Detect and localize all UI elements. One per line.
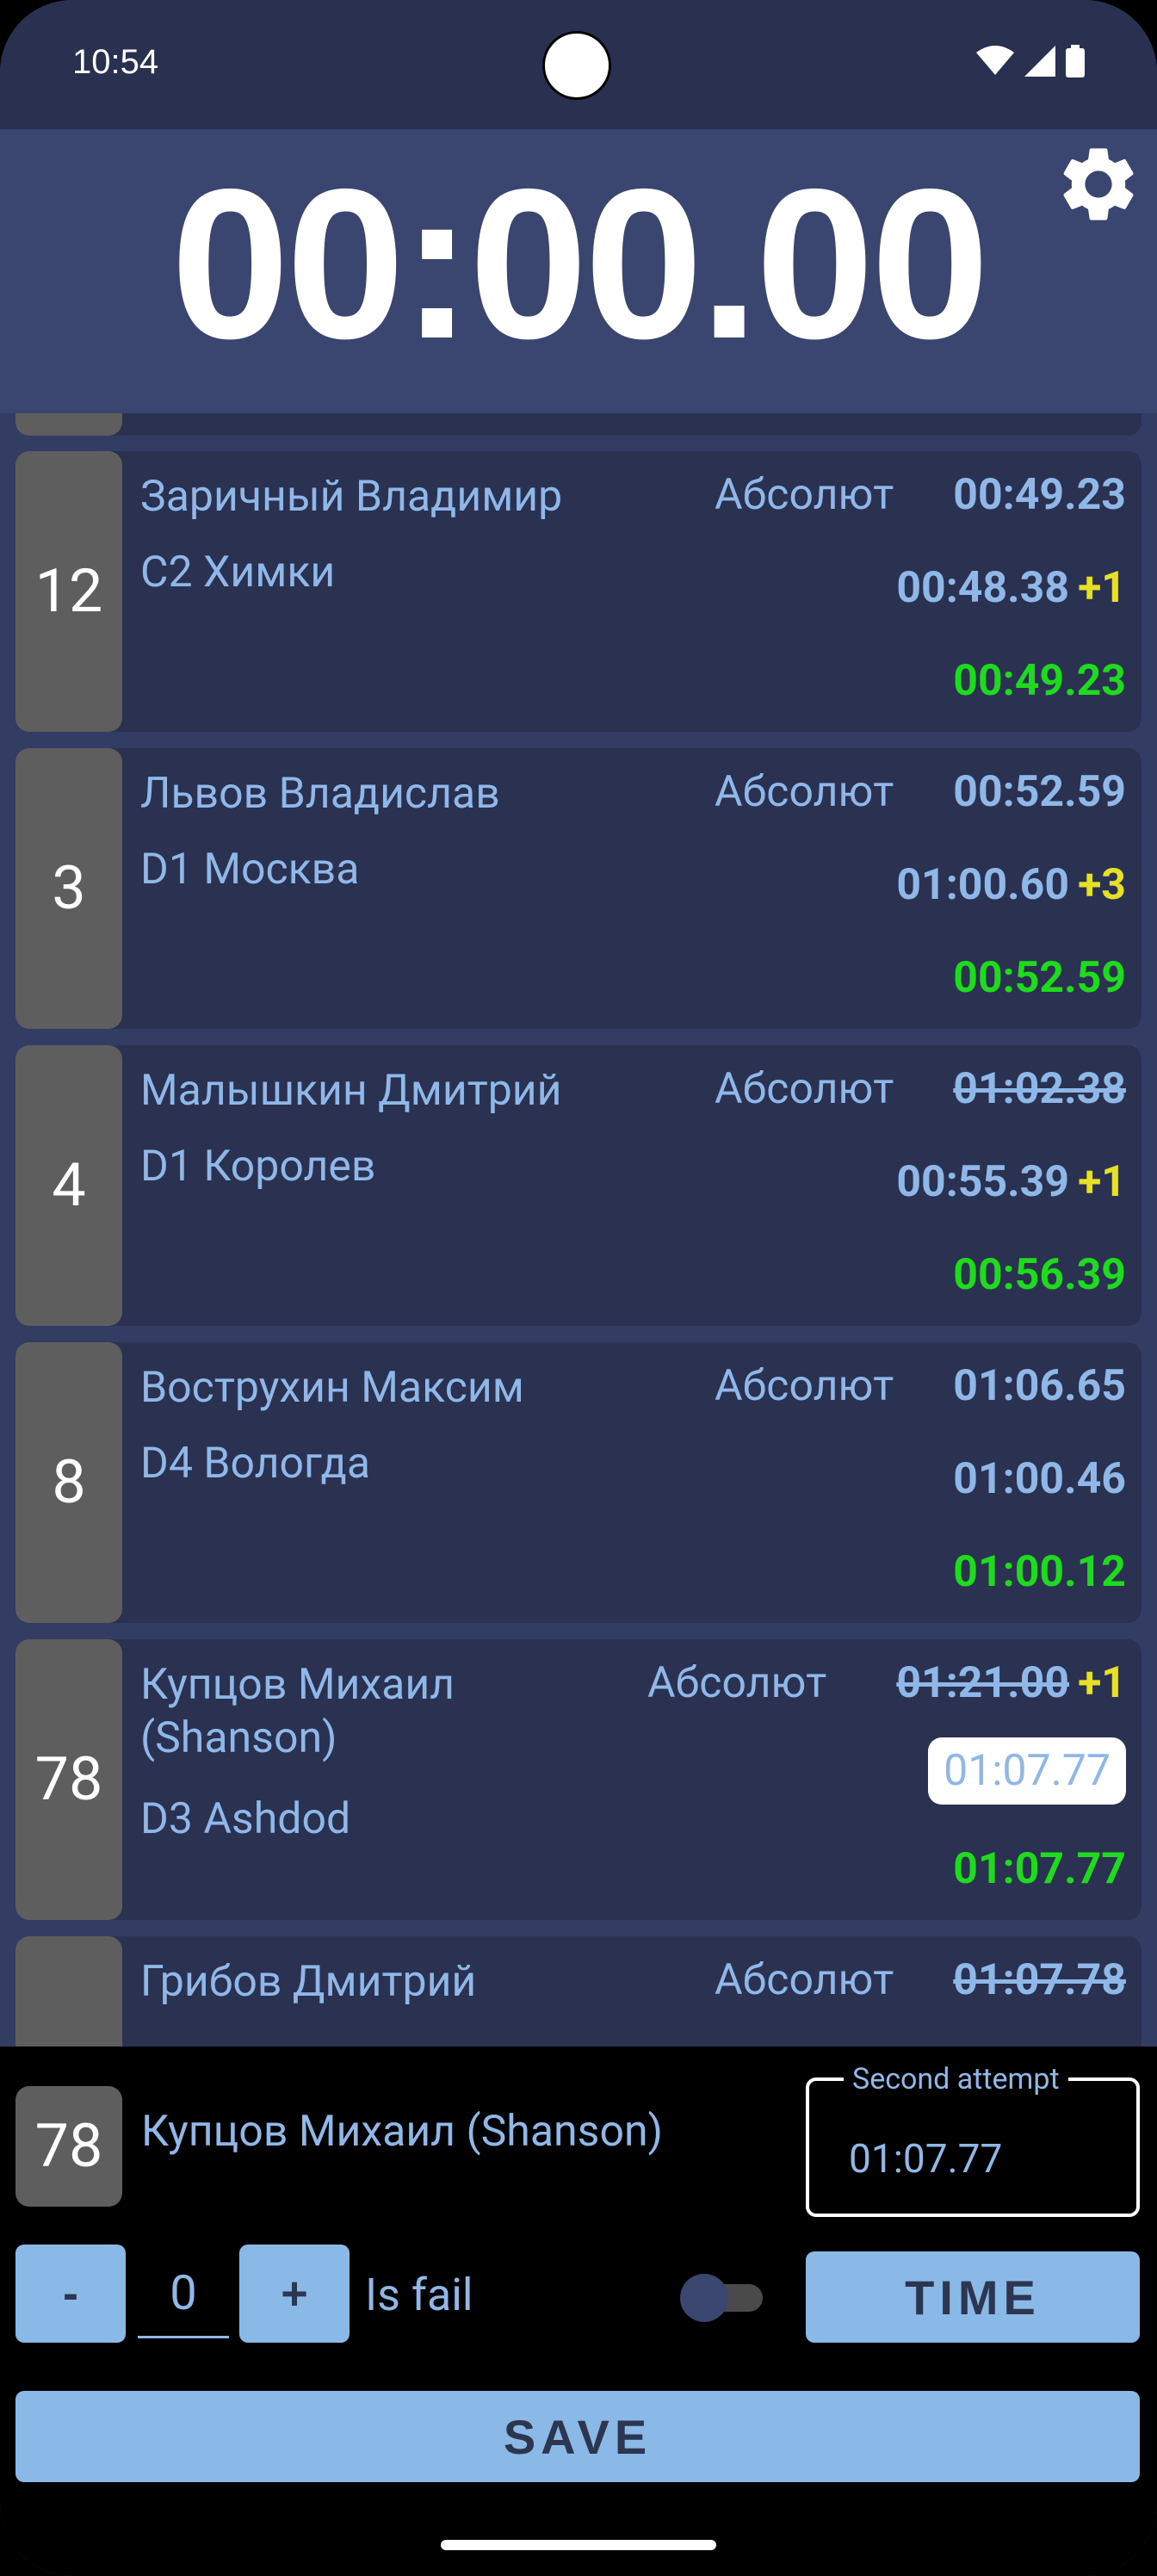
best-time: 01:00.12 (953, 1547, 1126, 1597)
status-icons (976, 45, 1085, 77)
list-item[interactable]: Грибов Дмитрий Абсолют 01:07.78 (15, 1936, 1142, 2047)
racer-category: Абсолют (715, 1064, 894, 1114)
racer-number (15, 413, 122, 436)
toggle-knob (680, 2274, 728, 2322)
save-button[interactable]: SAVE (15, 2391, 1140, 2482)
list-item[interactable]: 3 Львов Владислав D1 Москва Абсолют 00:5… (15, 748, 1142, 1029)
penalty-input[interactable]: 0 (138, 2250, 229, 2338)
first-attempt-time: 00:52.59 (953, 767, 1126, 817)
selected-racer-name: Купцов Михаил (Shanson) (141, 2107, 663, 2157)
second-attempt-time[interactable]: 01:00.60 +3 (896, 860, 1126, 910)
battery-icon (1066, 45, 1085, 77)
racer-name: Вострухин Максим (140, 1363, 524, 1413)
penalty-badge: +1 (1078, 1658, 1126, 1708)
racer-number: 12 (15, 451, 122, 732)
racer-name: Купцов Михаил (Shanson) (140, 1660, 455, 1763)
racer-number (15, 1936, 122, 2047)
racer-name: Львов Владислав (140, 769, 500, 819)
home-indicator[interactable] (441, 2540, 716, 2550)
racer-team: D1 Москва (140, 845, 360, 895)
is-fail-toggle[interactable] (680, 2274, 763, 2322)
racer-category: Абсолют (715, 470, 894, 520)
attempt-field-label: Second attempt (844, 2062, 1068, 2096)
app-screen: 10:54 00:00.00 12 Заричный Владимир С2 Х… (0, 0, 1157, 2576)
penalty-badge: +1 (1078, 1157, 1126, 1207)
first-attempt-time: 01:07.78 (953, 1955, 1126, 2005)
racer-number: 4 (15, 1045, 122, 1326)
list-item[interactable]: 4 Малышкин Дмитрий D1 Королев Абсолют 01… (15, 1045, 1142, 1326)
racer-team: D3 Ashdod (140, 1794, 351, 1844)
first-attempt-time: 01:21.00 +1 (896, 1658, 1126, 1708)
best-time: 00:49.23 (953, 656, 1126, 706)
racer-category: Абсолют (715, 1955, 894, 2005)
racer-number: 3 (15, 748, 122, 1029)
racer-number: 8 (15, 1342, 122, 1623)
time-button[interactable]: TIME (806, 2251, 1140, 2343)
status-time: 10:54 (72, 43, 159, 81)
stopwatch-display: 00:00.00 (170, 144, 989, 383)
racer-category: Абсолют (715, 767, 894, 817)
second-attempt-time[interactable]: 00:48.38 +1 (896, 563, 1126, 613)
attempt-time-field[interactable]: Second attempt 01:07.77 (806, 2062, 1140, 2217)
racer-category: Абсолют (715, 1361, 894, 1411)
first-attempt-time: 01:02.38 (953, 1064, 1126, 1114)
second-attempt-time-selected[interactable]: 01:07.77 (928, 1737, 1126, 1805)
penalty-plus-button[interactable]: + (239, 2245, 350, 2343)
racer-team: D4 Вологда (140, 1439, 371, 1489)
editor-panel: 78 Купцов Михаил (Shanson) Second attemp… (0, 2047, 1157, 2576)
settings-gear-icon[interactable] (1054, 139, 1143, 229)
best-time: 00:56.39 (953, 1250, 1126, 1300)
racer-number: 78 (15, 1639, 122, 1920)
list-item[interactable] (15, 413, 1142, 436)
second-attempt-time[interactable]: 00:55.39 +1 (896, 1157, 1126, 1207)
racer-name: Малышкин Дмитрий (140, 1066, 562, 1116)
selected-racer-number: 78 (15, 2086, 122, 2207)
first-attempt-time: 01:06.65 (953, 1361, 1126, 1411)
first-attempt-time: 00:49.23 (953, 470, 1126, 520)
racer-team: D1 Королев (140, 1142, 376, 1192)
penalty-minus-button[interactable]: - (15, 2245, 126, 2343)
list-item[interactable]: 12 Заричный Владимир С2 Химки Абсолют 00… (15, 451, 1142, 732)
wifi-icon (976, 46, 1014, 75)
camera-cutout (542, 31, 611, 100)
racer-team: С2 Химки (140, 548, 336, 598)
results-list[interactable]: 12 Заричный Владимир С2 Химки Абсолют 00… (0, 413, 1157, 2047)
penalty-badge: +1 (1078, 563, 1126, 613)
racer-category: Абсолют (647, 1658, 827, 1708)
is-fail-label: Is fail (365, 2269, 473, 2321)
best-time: 01:07.77 (953, 1844, 1126, 1894)
status-bar: 10:54 (0, 0, 1157, 129)
racer-name: Заричный Владимир (140, 472, 563, 522)
best-time: 00:52.59 (953, 953, 1126, 1003)
list-item[interactable]: 8 Вострухин Максим D4 Вологда Абсолют 01… (15, 1342, 1142, 1623)
racer-name: Грибов Дмитрий (140, 1957, 477, 2007)
attempt-field-value[interactable]: 01:07.77 (849, 2136, 1002, 2183)
list-item-selected[interactable]: 78 Купцов Михаил (Shanson) D3 Ashdod Абс… (15, 1639, 1142, 1920)
signal-icon (1024, 46, 1055, 77)
second-attempt-time[interactable]: 01:00.46 (953, 1454, 1126, 1504)
penalty-badge: +3 (1078, 860, 1126, 910)
